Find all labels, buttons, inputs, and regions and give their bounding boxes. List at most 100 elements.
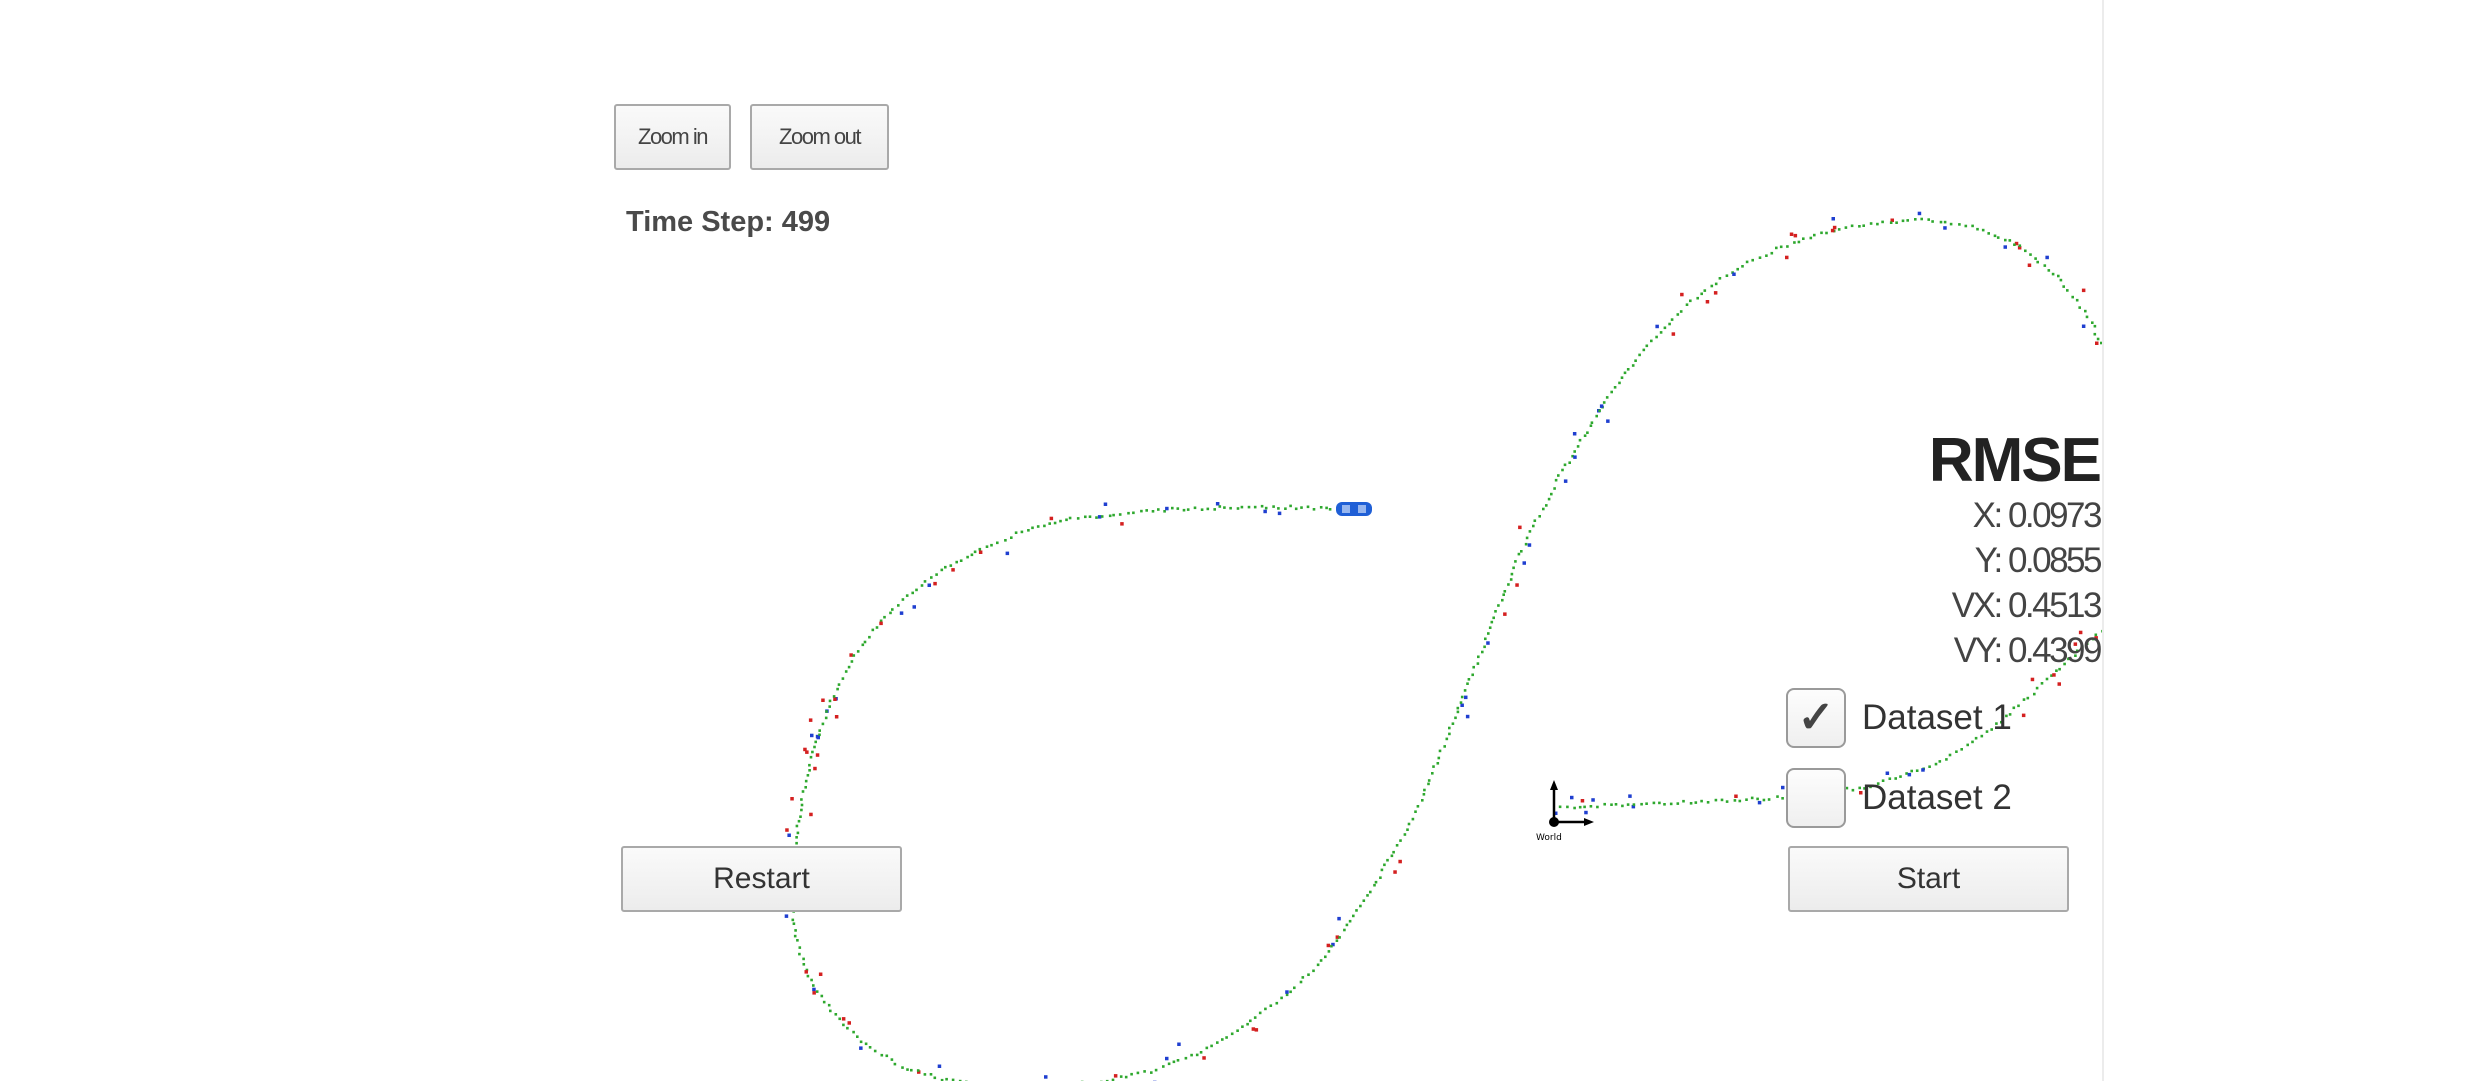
estimate-marker (1076, 517, 1080, 520)
estimate-marker (1507, 583, 1510, 586)
estimate-marker (2043, 264, 2047, 267)
estimate-marker (1996, 236, 2000, 239)
estimate-marker (1258, 1011, 1262, 1015)
estimate-marker (2017, 704, 2020, 708)
estimate-marker (1596, 805, 1599, 809)
estimate-marker (1610, 803, 1613, 806)
estimate-marker (1738, 799, 1742, 803)
estimate-marker (901, 598, 905, 601)
estimate-marker (1020, 530, 1024, 534)
svg-text:World: World (1536, 833, 1562, 843)
rmse-x: X: 0.0973 (1972, 496, 2102, 535)
estimate-marker (852, 654, 856, 657)
estimate-marker (856, 1035, 859, 1038)
estimate-marker (825, 710, 828, 713)
estimate-marker (1454, 716, 1457, 720)
estimate-marker (1184, 1056, 1188, 1060)
estimate-marker (802, 963, 806, 966)
time-step-label: Time Step: (626, 206, 774, 238)
lidar-marker (879, 621, 883, 626)
estimate-marker (1328, 508, 1332, 511)
estimate-marker (1324, 955, 1327, 959)
estimate-marker (2004, 238, 2007, 242)
estimate-marker (818, 733, 821, 737)
dataset-2-checkbox[interactable] (1786, 768, 1846, 828)
lidar-marker (1254, 1028, 1259, 1032)
lidar-marker (1680, 292, 1684, 297)
estimate-marker (955, 560, 958, 564)
rmse-title: RMSE (1928, 426, 2102, 495)
estimate-marker (2075, 298, 2079, 302)
estimate-marker (1557, 474, 1560, 477)
estimate-marker (905, 594, 909, 597)
radar-marker (1527, 543, 1532, 547)
estimate-marker (813, 745, 816, 749)
estimate-marker (1100, 515, 1104, 518)
dataset-1-checkbox[interactable]: ✓ (1786, 688, 1846, 748)
estimate-marker (1151, 510, 1155, 513)
estimate-marker (1285, 993, 1289, 997)
estimate-marker (800, 798, 803, 801)
estimate-marker (1542, 507, 1545, 511)
estimate-marker (1343, 928, 1346, 932)
lidar-marker (785, 828, 789, 832)
estimate-marker (1223, 506, 1226, 509)
restart-button[interactable]: Restart (621, 846, 902, 912)
estimate-marker (1589, 805, 1593, 808)
estimate-marker (1741, 265, 1744, 268)
estimate-marker (2012, 706, 2016, 710)
estimate-marker (796, 939, 799, 942)
estimate-marker (1939, 220, 1943, 224)
lidar-marker (2030, 677, 2035, 682)
radar-marker (1263, 509, 1267, 514)
estimate-marker (2071, 295, 2074, 299)
zoom-in-button[interactable]: Zoom in (614, 104, 731, 170)
estimate-marker (1206, 507, 1210, 511)
estimate-marker (1621, 804, 1624, 808)
estimate-marker (791, 918, 795, 922)
estimate-marker (1700, 799, 1703, 803)
estimate-marker (1084, 515, 1087, 519)
zoom-out-button[interactable]: Zoom out (750, 104, 889, 170)
estimate-marker (1685, 303, 1689, 306)
estimate-marker (1613, 386, 1617, 389)
estimate-marker (1448, 732, 1451, 736)
estimate-marker (792, 922, 796, 925)
estimate-marker (1369, 890, 1372, 894)
estimate-marker (1573, 806, 1576, 810)
estimate-marker (1650, 339, 1653, 343)
estimate-marker (2035, 686, 2039, 690)
estimate-marker (1844, 226, 1848, 229)
dataset-1-option[interactable]: ✓ Dataset 1 (1786, 688, 2012, 748)
radar-marker (816, 735, 820, 740)
radar-marker (1584, 810, 1588, 815)
estimate-marker (916, 1069, 920, 1072)
radar-marker (1097, 515, 1102, 519)
estimate-marker (794, 929, 797, 932)
simulation-canvas[interactable]: World Zoom in Zoom out Time Step: 499 Re… (0, 0, 2102, 1081)
estimate-marker (837, 683, 841, 686)
lidar-marker (2027, 263, 2032, 267)
start-button[interactable]: Start (1788, 846, 2069, 912)
lidar-marker (1113, 1074, 1118, 1078)
lidar-marker (821, 698, 825, 702)
estimate-marker (1130, 1072, 1133, 1076)
estimate-marker (930, 576, 933, 579)
estimate-marker (1689, 299, 1692, 303)
estimate-marker (798, 946, 802, 949)
estimate-marker (1236, 1029, 1239, 1032)
estimate-marker (829, 1009, 832, 1013)
estimate-marker (1048, 522, 1051, 525)
estimate-marker (889, 611, 892, 615)
dataset-2-option[interactable]: Dataset 2 (1786, 768, 2012, 828)
estimate-marker (1626, 368, 1630, 371)
estimate-marker (1881, 220, 1884, 224)
estimate-marker (1374, 880, 1378, 884)
lidar-marker (1789, 232, 1794, 236)
estimate-marker (1576, 445, 1580, 448)
estimate-marker (1758, 256, 1762, 259)
estimate-marker (798, 952, 801, 956)
estimate-marker (885, 1054, 889, 1058)
estimate-marker (821, 722, 825, 726)
estimate-marker (1423, 788, 1426, 792)
